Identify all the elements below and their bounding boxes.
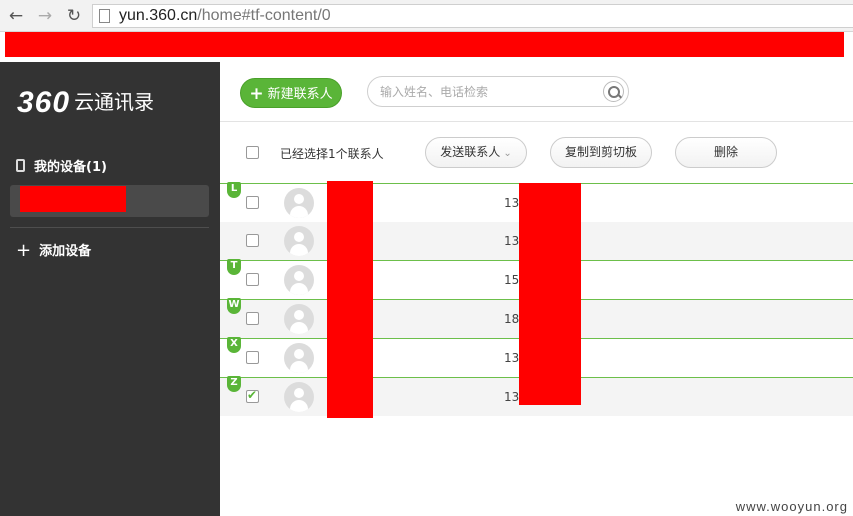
avatar [284, 382, 314, 412]
avatar [284, 265, 314, 295]
search-box[interactable] [367, 76, 629, 107]
copy-to-clipboard-button[interactable]: 复制到剪切板 [550, 137, 652, 168]
reload-icon[interactable]: ↻ [64, 6, 84, 26]
watermark: www.wooyun.org [735, 499, 848, 514]
device-item[interactable] [10, 185, 209, 217]
selected-count-label: 已经选择1个联系人 [280, 147, 384, 161]
phone-number: 18 [504, 312, 520, 326]
address-bar[interactable]: yun.360.cn/home#tf-content/0 [92, 4, 853, 28]
row-checkbox[interactable] [246, 351, 259, 364]
letter-badge: W [227, 298, 241, 314]
row-checkbox[interactable] [246, 234, 259, 247]
add-device-button[interactable]: + 添加设备 [16, 240, 91, 261]
app-logo: 360 云通讯录 [17, 86, 155, 119]
row-checkbox[interactable] [246, 196, 259, 209]
row-checkbox[interactable] [246, 312, 259, 325]
row-checkbox-checked[interactable] [246, 388, 259, 403]
row-checkbox[interactable] [246, 273, 259, 286]
browser-toolbar: ← → ↻ yun.360.cn/home#tf-content/0 [0, 0, 853, 32]
my-devices-heading[interactable]: 我的设备(1) [16, 156, 107, 175]
main-panel: +新建联系人 已经选择1个联系人 发送联系人⌄ 复制到剪切板 删除 L 13 1… [220, 62, 853, 516]
plus-icon: + [249, 84, 264, 104]
avatar [284, 343, 314, 373]
page-icon [99, 9, 110, 23]
letter-badge: X [227, 337, 241, 353]
action-bar: 已经选择1个联系人 发送联系人 ⌄ 复制到剪切板 删除 [220, 123, 853, 183]
letter-badge: L [227, 182, 241, 198]
forward-arrow-icon[interactable]: → [35, 6, 55, 26]
send-contact-button[interactable]: 发送联系人 ⌄ [425, 137, 527, 168]
search-input[interactable] [380, 83, 600, 101]
new-contact-button[interactable]: + 新建联系人 [240, 78, 342, 108]
url-text[interactable]: yun.360.cn/home#tf-content/0 [119, 7, 331, 25]
delete-button[interactable]: 删除 [675, 137, 777, 168]
phone-icon [16, 159, 25, 172]
redaction-box [327, 181, 373, 418]
redaction-bar [5, 32, 844, 57]
redaction-box [20, 186, 126, 212]
search-icon[interactable] [603, 81, 624, 102]
phone-number: 13 [504, 196, 520, 210]
phone-number: 13 [504, 234, 520, 248]
top-bar: + 新建联系人 [220, 62, 853, 122]
redaction-box [519, 183, 581, 405]
phone-number: 13 [504, 390, 520, 404]
sidebar: 360 云通讯录 我的设备(1) + 添加设备 [0, 62, 220, 516]
chevron-down-icon: ⌄ [503, 148, 512, 159]
phone-number: 15 [504, 273, 520, 287]
plus-icon: + [16, 240, 32, 261]
letter-badge: Z [227, 376, 241, 392]
letter-badge: T [227, 259, 241, 275]
avatar [284, 226, 314, 256]
divider [10, 227, 209, 228]
phone-number: 13 [504, 351, 520, 365]
avatar [284, 304, 314, 334]
select-all-checkbox[interactable] [246, 146, 259, 159]
back-arrow-icon[interactable]: ← [6, 6, 26, 26]
avatar [284, 188, 314, 218]
